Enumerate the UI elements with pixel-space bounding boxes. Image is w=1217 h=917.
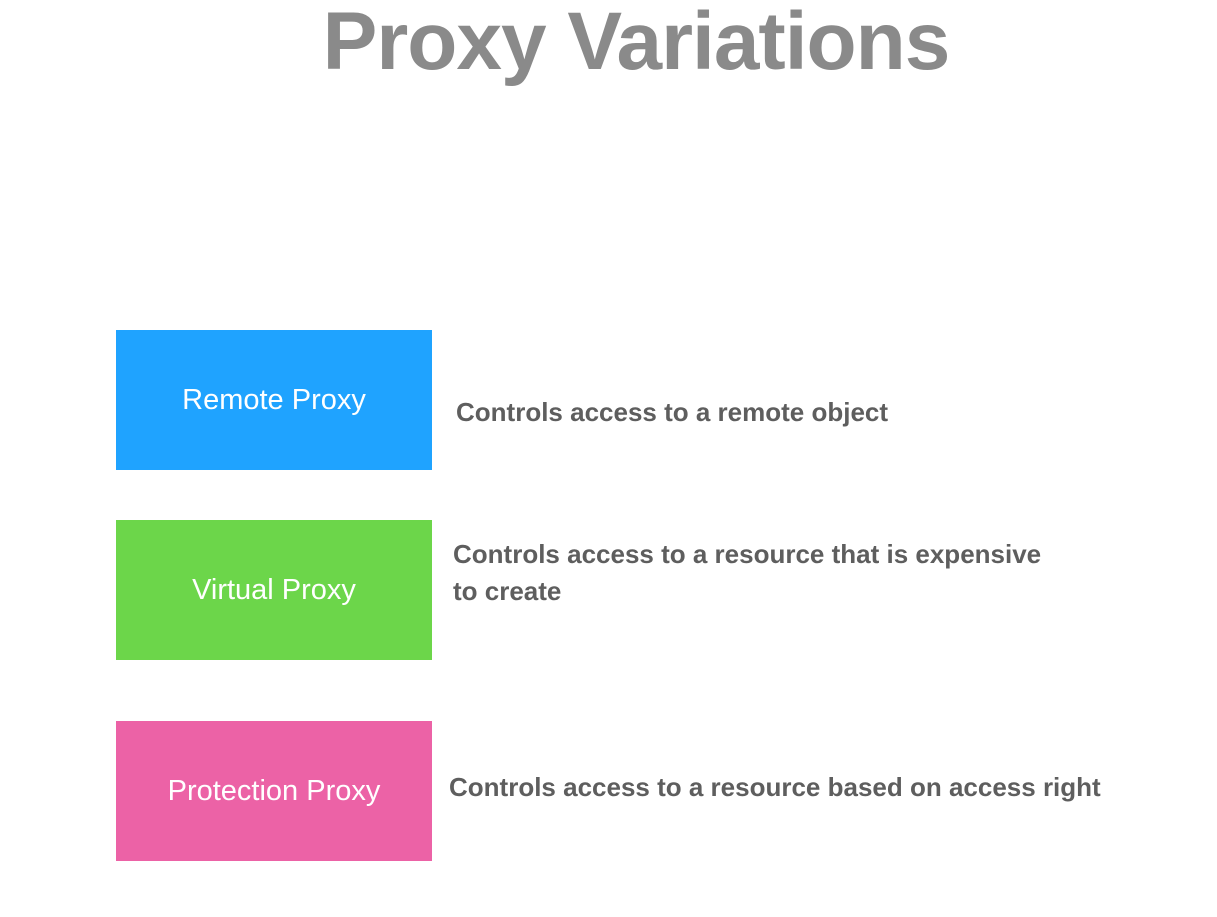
protection-proxy-label: Protection Proxy xyxy=(167,774,381,807)
virtual-proxy-description-line-2: to create xyxy=(453,576,562,606)
protection-proxy-description-line: Controls access to a resource based on a… xyxy=(449,772,1101,802)
virtual-proxy-box: Virtual Proxy xyxy=(116,520,432,660)
protection-proxy-description: Controls access to a resource based on a… xyxy=(449,769,1101,806)
remote-proxy-label: Remote Proxy xyxy=(182,383,366,416)
remote-proxy-description-line: Controls access to a remote object xyxy=(456,397,889,427)
protection-proxy-box: Protection Proxy xyxy=(116,721,432,861)
virtual-proxy-description: Controls access to a resource that is ex… xyxy=(453,536,1041,610)
virtual-proxy-label: Virtual Proxy xyxy=(192,573,356,606)
virtual-proxy-description-line-1: Controls access to a resource that is ex… xyxy=(453,539,1042,569)
page-title: Proxy Variations xyxy=(322,0,951,87)
remote-proxy-box: Remote Proxy xyxy=(116,330,432,470)
remote-proxy-description: Controls access to a remote object xyxy=(456,394,888,431)
